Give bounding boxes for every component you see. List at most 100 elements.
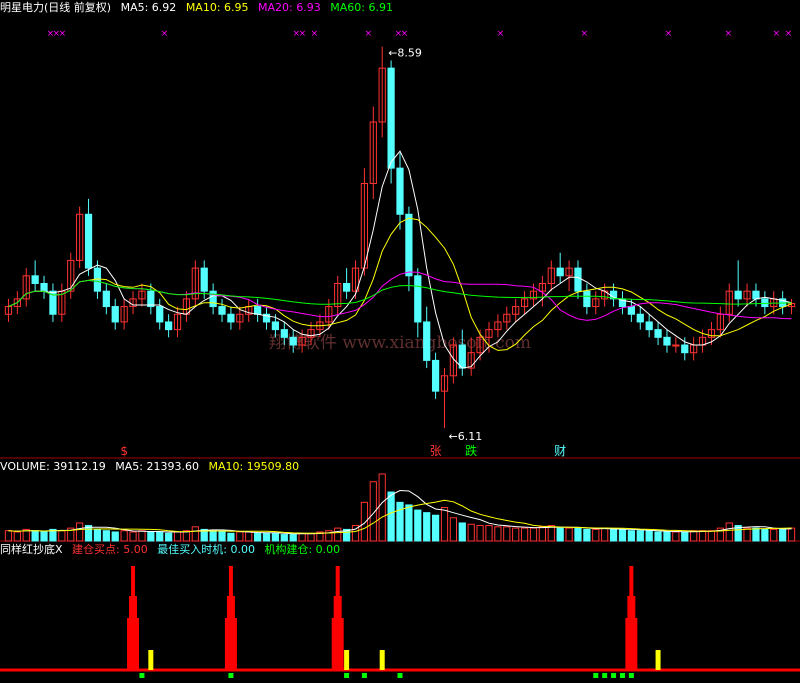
volume-bar bbox=[298, 532, 306, 542]
institution-label: 机构建仓: 0.00 bbox=[264, 543, 341, 556]
institution-tick bbox=[611, 673, 617, 678]
volume-bar bbox=[725, 522, 733, 542]
buy-signal-bar bbox=[331, 618, 344, 670]
candle-body bbox=[556, 267, 564, 277]
institution-tick bbox=[228, 673, 234, 678]
signal-cross: × bbox=[665, 29, 673, 39]
volume-bar bbox=[254, 532, 262, 542]
buy-signal-bar bbox=[131, 566, 136, 596]
candle-body bbox=[414, 275, 422, 323]
volume-label: VOLUME: 39112.19 bbox=[0, 460, 106, 473]
candle-body bbox=[156, 306, 164, 323]
buy-signal-bar bbox=[333, 596, 342, 618]
volume-bar bbox=[449, 517, 458, 542]
volume-bar bbox=[102, 530, 110, 542]
best-buy-bar bbox=[344, 650, 350, 670]
volume-bar bbox=[707, 530, 716, 542]
volume-bar bbox=[262, 532, 271, 542]
candle-body bbox=[40, 282, 48, 292]
volume-bar bbox=[440, 507, 449, 542]
indicator-header: 同样红抄底X 建仓买点: 5.00 最佳买入时机: 0.00 机构建仓: 0.0… bbox=[0, 543, 346, 557]
volume-bar bbox=[236, 531, 244, 542]
volume-bar bbox=[512, 527, 520, 542]
volume-bar bbox=[565, 527, 573, 542]
institution-tick bbox=[139, 673, 145, 678]
candle-body bbox=[431, 359, 440, 392]
chart-annotations: ←8.59←6.11$ 张跌财××× × ×× × × ×× × × × × × × bbox=[47, 29, 793, 458]
volume-bar bbox=[280, 534, 288, 542]
volume-bar bbox=[245, 531, 253, 542]
institution-tick bbox=[619, 673, 625, 678]
volume-bar bbox=[467, 523, 475, 542]
volume-bar bbox=[663, 531, 671, 542]
indicator-name: 同样红抄底X bbox=[0, 543, 63, 556]
volume-bar bbox=[743, 527, 751, 542]
ma60-line bbox=[8, 279, 792, 308]
institution-tick bbox=[344, 673, 350, 678]
ma10-label: MA10: 6.95 bbox=[185, 1, 249, 14]
volume-bar bbox=[681, 531, 689, 542]
candle-body bbox=[654, 329, 662, 338]
volume-header: VOLUME: 39112.19 MA5: 21393.60 MA10: 195… bbox=[0, 460, 305, 474]
volume-bar bbox=[147, 531, 155, 542]
signal-cross: × bbox=[311, 29, 319, 39]
volume-bar bbox=[752, 527, 760, 542]
high-price-label: ←8.59 bbox=[388, 47, 422, 60]
best-buy-bar bbox=[379, 650, 385, 670]
stock-title: 明星电力(日线 前复权) bbox=[0, 1, 112, 14]
institution-tick bbox=[602, 673, 608, 678]
volume-bar bbox=[476, 525, 484, 542]
buy-signal-bar bbox=[226, 596, 235, 618]
volume-bar bbox=[672, 531, 680, 542]
event-marker: 跌 bbox=[465, 443, 477, 458]
candle-body bbox=[405, 213, 413, 277]
candle-body bbox=[280, 329, 288, 338]
volume-ma10-label: MA10: 19509.80 bbox=[208, 460, 300, 473]
institution-tick bbox=[397, 673, 403, 678]
candle-body bbox=[387, 67, 395, 169]
candle-body bbox=[84, 213, 93, 269]
volume-bar bbox=[13, 531, 21, 542]
volume-bar bbox=[770, 528, 778, 542]
institution-tick bbox=[628, 673, 634, 678]
volume-bar bbox=[538, 526, 546, 542]
signal-cross: × bbox=[299, 29, 307, 39]
buy-signal-bar bbox=[629, 566, 634, 596]
signal-cross: × bbox=[725, 29, 733, 39]
best-time-label: 最佳买入时机: 0.00 bbox=[157, 543, 255, 556]
volume-bar bbox=[209, 530, 217, 542]
candle-body bbox=[342, 282, 351, 292]
volume-bar bbox=[698, 530, 707, 542]
volume-bar bbox=[556, 527, 564, 542]
buy-signal-bar bbox=[224, 618, 237, 670]
ma20-line bbox=[8, 271, 792, 321]
volume-bar bbox=[138, 530, 146, 542]
candle-body bbox=[111, 306, 119, 323]
candle-body bbox=[218, 306, 226, 315]
build-point-label: 建仓买点: 5.00 bbox=[72, 543, 148, 556]
volume-bar bbox=[360, 501, 369, 542]
volume-bar bbox=[218, 531, 226, 542]
volume-bar bbox=[654, 531, 662, 542]
ma5-label: MA5: 6.92 bbox=[120, 1, 177, 14]
volume-bar bbox=[431, 514, 440, 542]
buy-signal-bar bbox=[625, 618, 638, 670]
volume-bar bbox=[93, 528, 102, 542]
candle-body bbox=[31, 275, 39, 284]
volume-ma5-label: MA5: 21393.60 bbox=[115, 460, 199, 473]
best-buy-bar bbox=[655, 650, 661, 670]
volume-bar bbox=[787, 527, 796, 542]
volume-bar bbox=[636, 530, 644, 542]
candle-body bbox=[636, 313, 644, 323]
volume-bar bbox=[120, 530, 128, 542]
candle-body bbox=[681, 344, 689, 354]
price-header: 明星电力(日线 前复权) MA5: 6.92 MA10: 6.95 MA20: … bbox=[0, 1, 399, 15]
volume-bar bbox=[129, 531, 137, 542]
candle-body bbox=[102, 290, 110, 308]
signal-cross: × bbox=[497, 29, 505, 39]
volume-bars bbox=[4, 473, 796, 542]
signal-cross: × bbox=[401, 29, 409, 39]
volume-bar bbox=[779, 528, 787, 542]
candlesticks bbox=[4, 46, 796, 429]
ma20-label: MA20: 6.93 bbox=[258, 1, 321, 14]
